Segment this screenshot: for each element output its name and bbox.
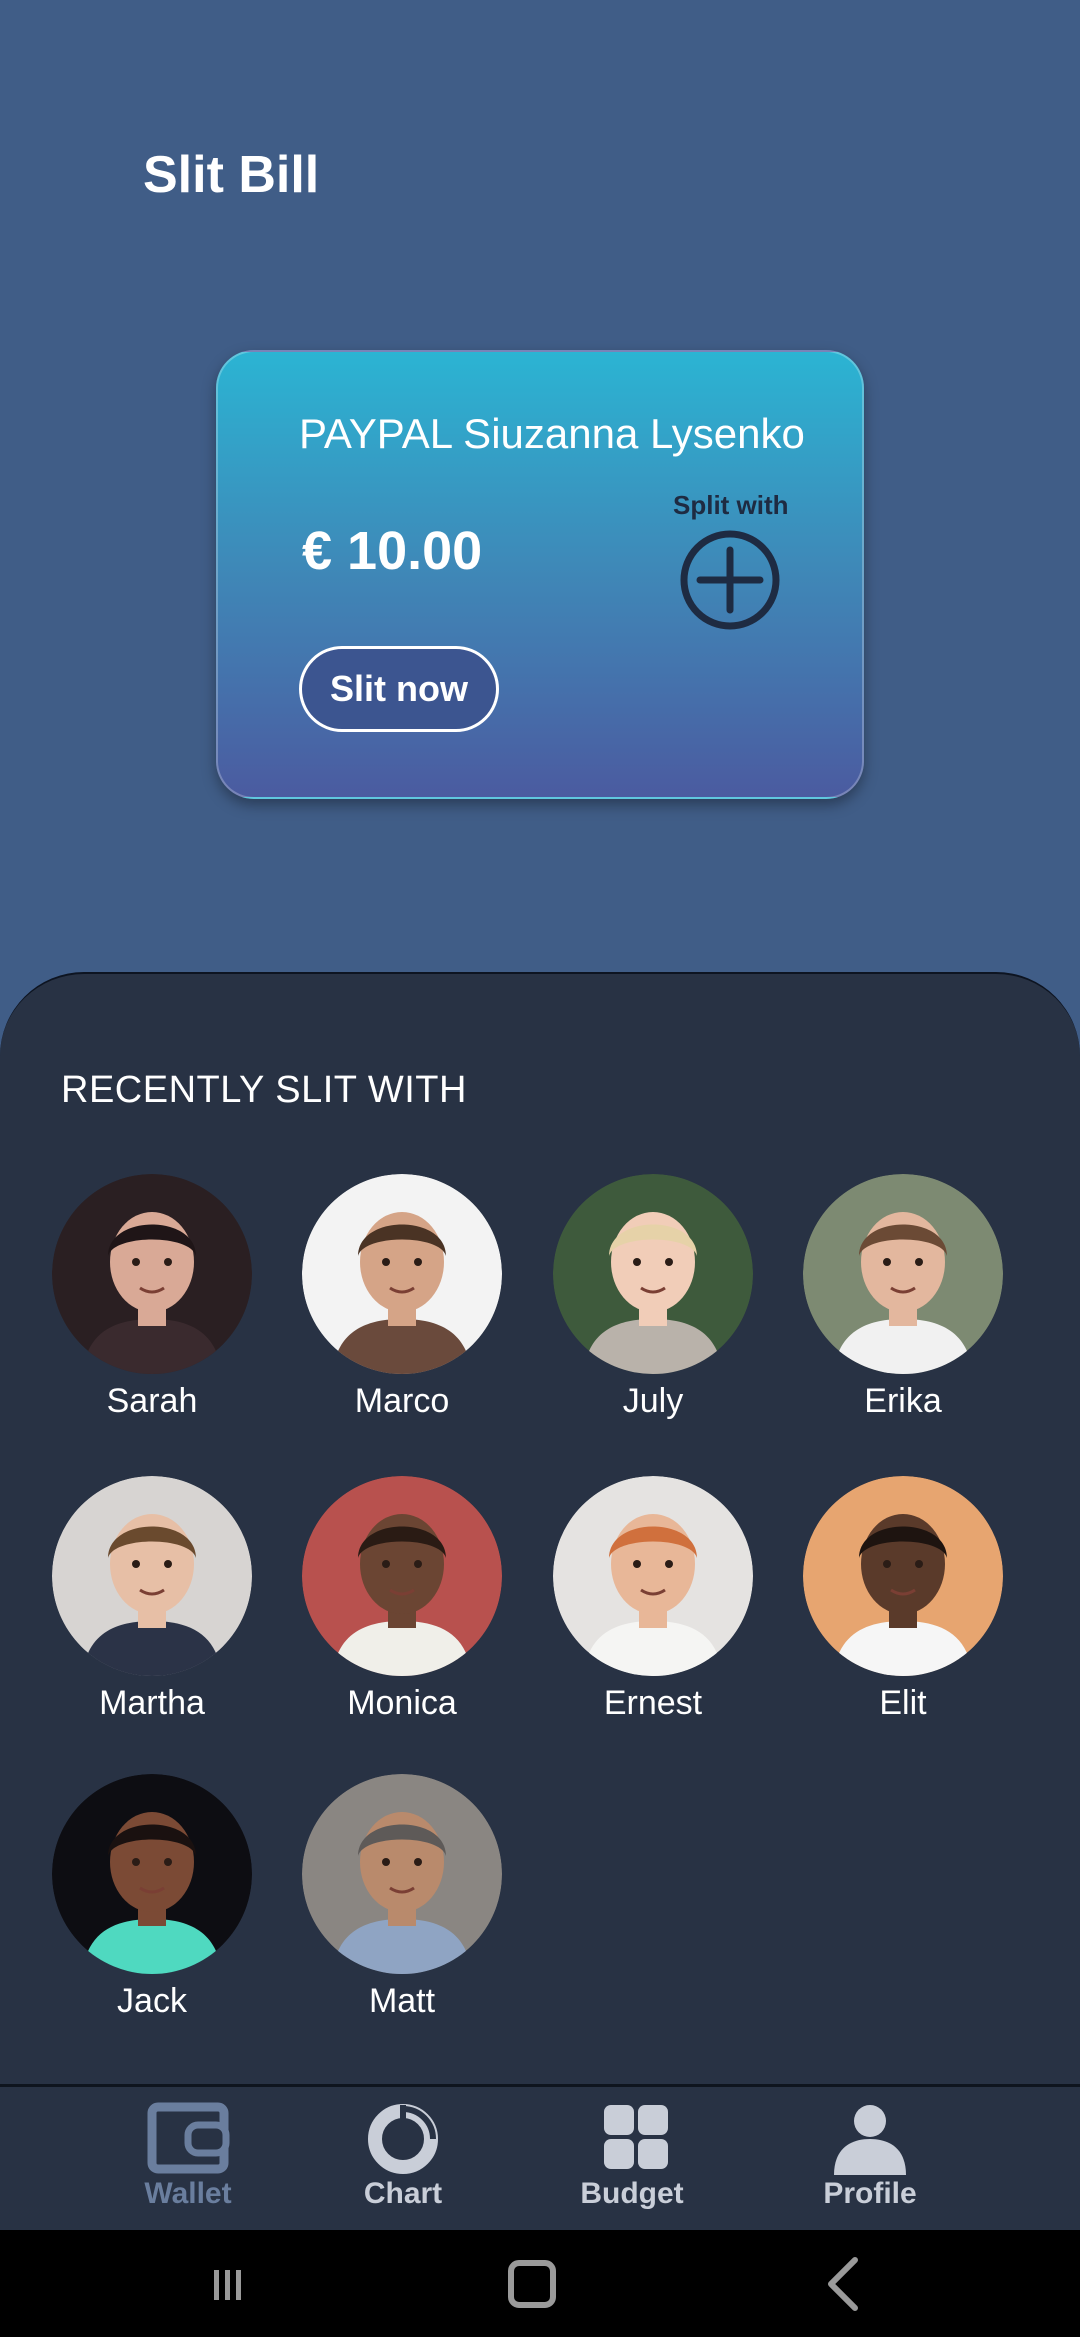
bill-card: PAYPAL Siuzanna Lysenko € 10.00 Split wi… <box>216 350 864 799</box>
nav-label-wallet: Wallet <box>144 2177 232 2210</box>
contact-elit[interactable]: Elit <box>798 1476 1008 1723</box>
contact-name: Jack <box>117 1982 187 2020</box>
contact-name: Monica <box>347 1684 457 1722</box>
donut-chart-icon <box>368 2104 438 2174</box>
nav-label-budget: Budget <box>580 2177 684 2210</box>
avatar <box>302 1774 502 1974</box>
split-with-label: Split with <box>673 490 789 520</box>
nav-item-wallet[interactable]: Wallet <box>108 2101 268 2221</box>
page-title: Slit Bill <box>143 146 320 204</box>
bottom-nav: Wallet Chart Budget Profile <box>0 2087 1080 2230</box>
system-nav-bar <box>0 2230 1080 2337</box>
recent-heading: RECENTLY SLIT WITH <box>61 1069 467 1111</box>
recents-icon <box>214 2270 241 2300</box>
contact-name: Martha <box>99 1684 205 1722</box>
wallet-icon <box>147 2102 230 2174</box>
nav-item-chart[interactable]: Chart <box>323 2101 483 2221</box>
contact-name: Marco <box>354 1382 450 1420</box>
split-add-button[interactable] <box>678 528 782 632</box>
contact-matt[interactable]: Matt <box>297 1774 507 2021</box>
contact-jack[interactable]: Jack <box>47 1774 257 2021</box>
card-amount: € 10.00 <box>302 521 483 581</box>
contact-name: Sarah <box>106 1382 198 1420</box>
contact-sarah[interactable]: Sarah <box>47 1174 257 1421</box>
nav-item-budget[interactable]: Budget <box>552 2101 712 2221</box>
contact-ernest[interactable]: Ernest <box>548 1476 758 1723</box>
contact-monica[interactable]: Monica <box>297 1476 507 1723</box>
nav-item-profile[interactable]: Profile <box>790 2101 950 2221</box>
nav-label-chart: Chart <box>363 2177 443 2210</box>
contact-name: Matt <box>368 1982 436 2020</box>
avatar <box>302 1476 502 1676</box>
card-title: PAYPAL Siuzanna Lysenko <box>299 410 805 457</box>
avatar <box>803 1476 1003 1676</box>
contact-name: Ernest <box>603 1684 703 1722</box>
avatar <box>52 1774 252 1974</box>
recent-panel: RECENTLY SLIT WITH Sarah Marco July Erika Ma… <box>0 972 1080 2092</box>
plus-circle-icon <box>680 530 780 630</box>
contact-name: Elit <box>879 1684 927 1722</box>
split-now-button[interactable]: Slit now <box>299 646 499 732</box>
avatar <box>553 1174 753 1374</box>
contact-marco[interactable]: Marco <box>297 1174 507 1421</box>
back-icon <box>828 2257 858 2311</box>
avatar <box>302 1174 502 1374</box>
contact-july[interactable]: July <box>548 1174 758 1421</box>
contact-erika[interactable]: Erika <box>798 1174 1008 1421</box>
person-icon <box>834 2105 906 2175</box>
avatar <box>553 1476 753 1676</box>
recents-button[interactable] <box>188 2254 268 2314</box>
grid-icon <box>604 2105 668 2169</box>
contact-name: July <box>622 1382 684 1420</box>
nav-label-profile: Profile <box>823 2177 917 2210</box>
contact-name: Erika <box>864 1382 942 1420</box>
home-button[interactable] <box>492 2254 572 2314</box>
contact-martha[interactable]: Martha <box>47 1476 257 1723</box>
avatar <box>52 1476 252 1676</box>
avatar <box>803 1174 1003 1374</box>
back-button[interactable] <box>803 2254 883 2314</box>
avatar <box>52 1174 252 1374</box>
home-icon <box>508 2260 556 2308</box>
